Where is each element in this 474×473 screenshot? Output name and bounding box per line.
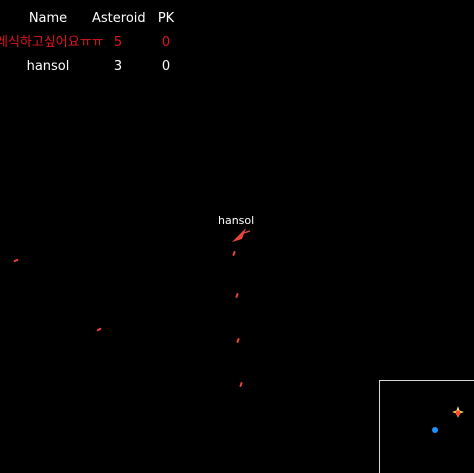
bullet bbox=[96, 327, 102, 332]
player-ship-icon bbox=[232, 228, 251, 242]
scoreboard-row-name: 레식하고싶어요ㅠㅠ bbox=[0, 35, 104, 50]
game-canvas[interactable]: Name Asteroid PK 레식하고싶어요ㅠㅠ 5 0 hansol 3 … bbox=[0, 0, 474, 473]
scoreboard: Name Asteroid PK 레식하고싶어요ㅠㅠ 5 0 hansol 3 … bbox=[0, 0, 200, 80]
scoreboard-header-pk: PK bbox=[157, 11, 175, 26]
minimap-player-dot bbox=[432, 427, 438, 433]
scoreboard-header-asteroid: Asteroid bbox=[92, 11, 146, 26]
minimap-other-player-icon bbox=[452, 406, 464, 418]
bullet bbox=[232, 250, 236, 257]
bullet bbox=[236, 337, 240, 344]
scoreboard-row-name: hansol bbox=[26, 59, 70, 74]
scoreboard-header-name: Name bbox=[28, 11, 68, 26]
bullet bbox=[239, 381, 243, 388]
minimap bbox=[379, 380, 474, 473]
scoreboard-row-asteroid: 5 bbox=[113, 35, 123, 50]
scoreboard-row-pk: 0 bbox=[161, 35, 171, 50]
player-name-label: hansol bbox=[218, 214, 255, 227]
scoreboard-row-asteroid: 3 bbox=[113, 59, 123, 74]
bullet bbox=[235, 292, 239, 299]
bullet bbox=[13, 258, 19, 263]
scoreboard-row-pk: 0 bbox=[161, 59, 171, 74]
